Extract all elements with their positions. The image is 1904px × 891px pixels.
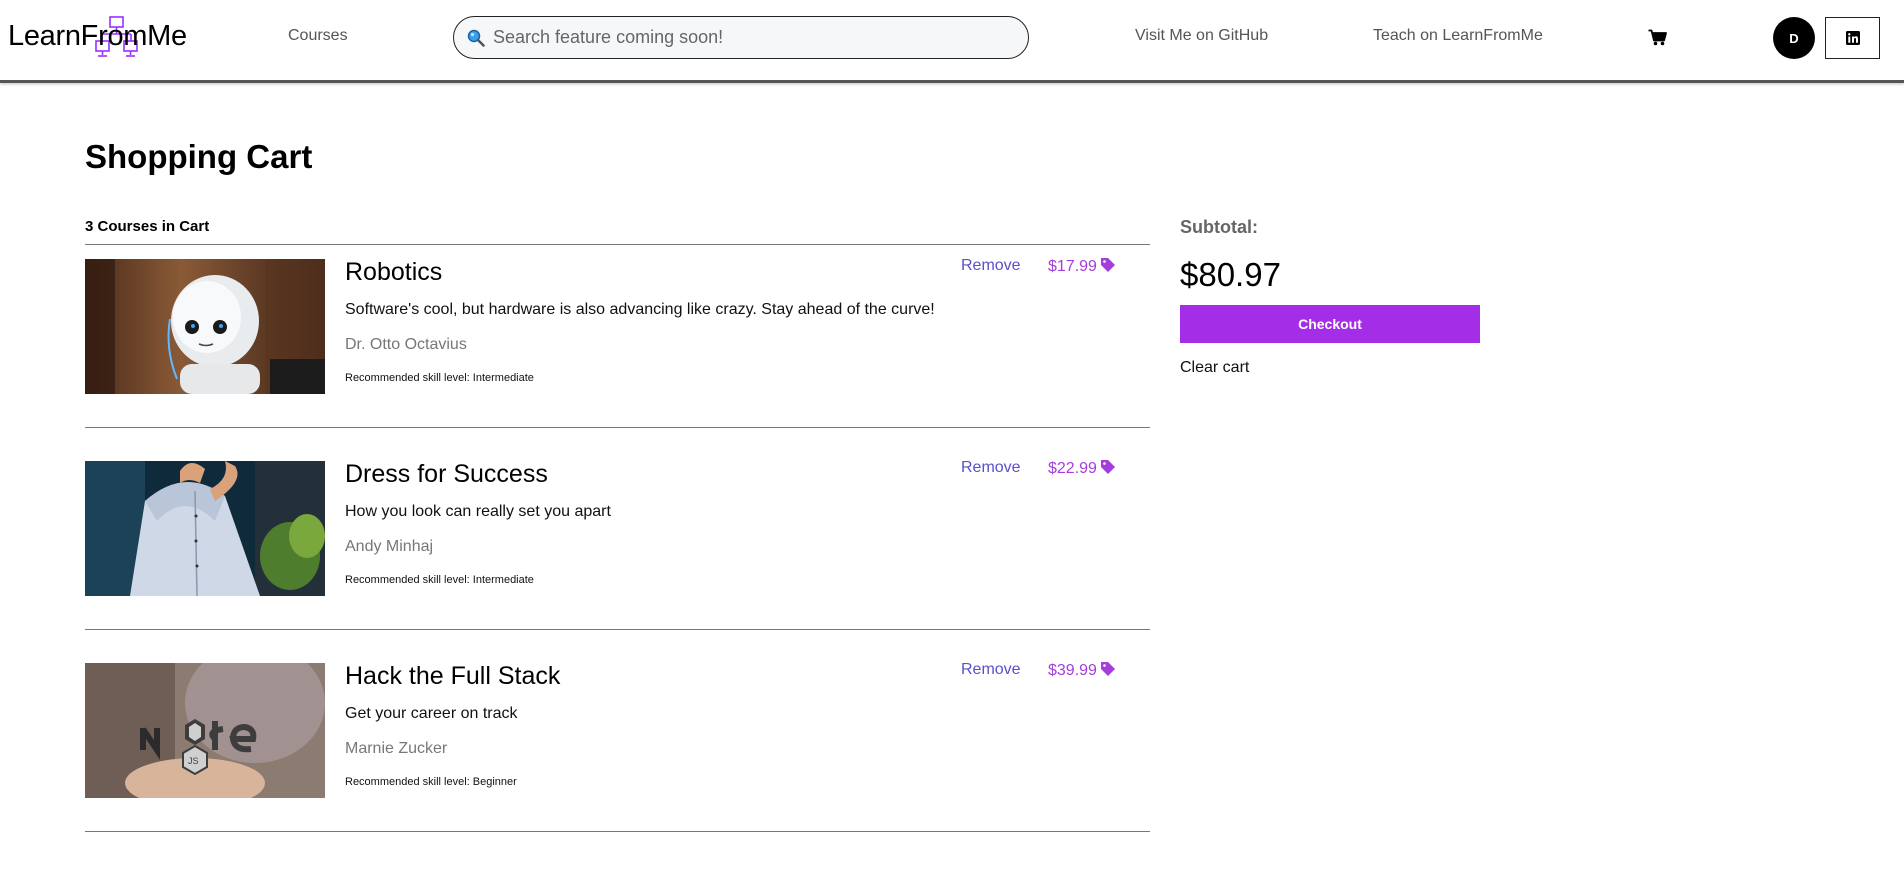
course-description: Get your career on track [345,705,518,722]
course-price: $17.99 [1048,257,1116,276]
course-title[interactable]: Dress for Success [345,460,548,489]
remove-button[interactable]: Remove [961,459,1021,477]
price-value: $22.99 [1048,460,1097,477]
clear-cart-button[interactable]: Clear cart [1180,359,1249,377]
course-skill-level: Recommended skill level: Intermediate [345,574,534,586]
subtotal-label: Subtotal: [1180,217,1258,237]
cart-icon[interactable] [1648,29,1667,46]
logo-text: LearnFromMe [8,20,187,52]
course-description: How you look can really set you apart [345,503,611,520]
subtotal-value: $80.97 [1180,256,1281,293]
course-price: $39.99 [1048,661,1116,680]
price-value: $17.99 [1048,258,1097,275]
top-navbar: LearnFromMe Courses Visit Me on GitHub T… [0,0,1904,83]
divider [85,831,1150,832]
nav-teach-link[interactable]: Teach on LearnFromMe [1373,27,1543,45]
course-author: Dr. Otto Octavius [345,336,467,353]
logo[interactable]: LearnFromMe [8,16,198,60]
search-input[interactable] [493,17,1013,57]
page-title: Shopping Cart [85,138,313,175]
price-tag-icon [1100,460,1115,474]
divider [85,629,1150,630]
price-tag-icon [1100,662,1115,676]
course-price: $22.99 [1048,459,1116,478]
search-bar[interactable] [453,16,1029,59]
course-thumbnail-robotics[interactable] [85,259,325,394]
price-tag-icon [1100,258,1115,272]
course-thumbnail-dress-for-success[interactable] [85,461,325,596]
course-title[interactable]: Robotics [345,258,442,287]
svg-text:JS: JS [188,756,199,766]
course-thumbnail-hack-the-full-stack[interactable]: JS [85,663,325,798]
course-author: Marnie Zucker [345,740,448,757]
linkedin-icon [1845,31,1860,45]
course-count: 3 Courses in Cart [85,218,210,235]
nav-courses-link[interactable]: Courses [288,27,348,45]
cart-item-robotics: Robotics Software's cool, but hardware i… [85,257,1150,399]
course-skill-level: Recommended skill level: Beginner [345,776,517,788]
remove-button[interactable]: Remove [961,257,1021,275]
course-skill-level: Recommended skill level: Intermediate [345,372,534,384]
search-icon [467,29,485,47]
course-description: Software's cool, but hardware is also ad… [345,301,935,318]
cart-item-dress-for-success: Dress for Success How you look can reall… [85,459,1150,601]
course-title[interactable]: Hack the Full Stack [345,662,560,691]
divider [85,244,1150,245]
remove-button[interactable]: Remove [961,661,1021,679]
user-avatar[interactable]: D [1773,17,1815,59]
course-author: Andy Minhaj [345,538,434,555]
price-value: $39.99 [1048,662,1097,679]
nav-github-link[interactable]: Visit Me on GitHub [1135,27,1268,45]
divider [85,427,1150,428]
cart-item-hack-the-full-stack: JS Hack the Full Stack Get your career o… [85,661,1150,803]
linkedin-button[interactable] [1825,17,1880,59]
checkout-button[interactable]: Checkout [1180,305,1480,343]
